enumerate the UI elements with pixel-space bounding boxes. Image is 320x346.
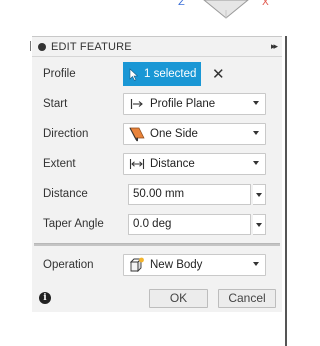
- chevron-down-icon: [253, 262, 259, 266]
- operation-dropdown[interactable]: New Body: [123, 254, 266, 276]
- operation-value: New Body: [150, 259, 203, 271]
- direction-label: Direction: [43, 128, 89, 140]
- one-side-icon: [129, 126, 145, 142]
- panel-drag-grip[interactable]: [30, 41, 32, 51]
- axis-x-label: X: [262, 0, 269, 8]
- chevron-down-icon: [253, 101, 259, 105]
- ok-button[interactable]: OK: [149, 289, 208, 308]
- clear-selection-icon[interactable]: ✕: [212, 67, 225, 82]
- direction-dropdown[interactable]: One Side: [123, 123, 266, 145]
- distance-input[interactable]: 50.00 mm: [128, 183, 251, 205]
- distance-label: Distance: [43, 188, 88, 200]
- taper-angle-input[interactable]: 0.0 deg: [128, 213, 251, 235]
- start-dropdown[interactable]: Profile Plane: [123, 93, 266, 115]
- panel-title: EDIT FEATURE: [51, 40, 132, 53]
- row-distance: Distance 50.00 mm: [32, 179, 282, 209]
- row-taper-angle: Taper Angle 0.0 deg: [32, 209, 282, 239]
- row-direction: Direction One Side: [32, 119, 282, 149]
- distance-options-chevron-icon[interactable]: [253, 183, 266, 205]
- operation-label: Operation: [43, 259, 94, 271]
- row-operation: Operation New Body: [32, 250, 282, 280]
- profile-plane-icon: [129, 96, 145, 112]
- panel-footer: i OK Cancel: [32, 287, 282, 313]
- profile-selection-button[interactable]: 1 selected: [123, 62, 201, 86]
- taper-angle-label: Taper Angle: [43, 218, 104, 230]
- extent-label: Extent: [43, 158, 76, 170]
- row-extent: Extent Distance: [32, 149, 282, 179]
- viewport-edge: [285, 36, 287, 346]
- cancel-button[interactable]: Cancel: [218, 289, 276, 308]
- panel-status-dot-icon: [38, 42, 46, 51]
- cursor-arrow-icon: [129, 67, 139, 81]
- start-label: Start: [43, 98, 68, 110]
- taper-options-chevron-icon[interactable]: [253, 213, 266, 235]
- distance-icon: [129, 156, 145, 172]
- expand-panel-icon[interactable]: ▸▸: [271, 41, 278, 52]
- axis-z-label: Z: [178, 0, 185, 8]
- new-body-icon: [129, 257, 145, 273]
- profile-label: Profile: [43, 68, 76, 80]
- profile-selection-count: 1 selected: [144, 68, 197, 80]
- panel-header[interactable]: EDIT FEATURE ▸▸: [32, 37, 282, 57]
- start-value: Profile Plane: [150, 98, 216, 110]
- view-cube[interactable]: [176, 0, 276, 20]
- row-start: Start Profile Plane: [32, 89, 282, 119]
- extent-dropdown[interactable]: Distance: [123, 153, 266, 175]
- section-divider: [34, 243, 280, 246]
- extent-value: Distance: [150, 158, 195, 170]
- chevron-down-icon: [253, 161, 259, 165]
- direction-value: One Side: [150, 128, 198, 140]
- row-profile: Profile 1 selected ✕: [32, 59, 282, 89]
- chevron-down-icon: [253, 131, 259, 135]
- info-icon[interactable]: i: [39, 292, 51, 304]
- edit-feature-panel: EDIT FEATURE ▸▸ Profile 1 selected ✕ Sta…: [30, 36, 282, 313]
